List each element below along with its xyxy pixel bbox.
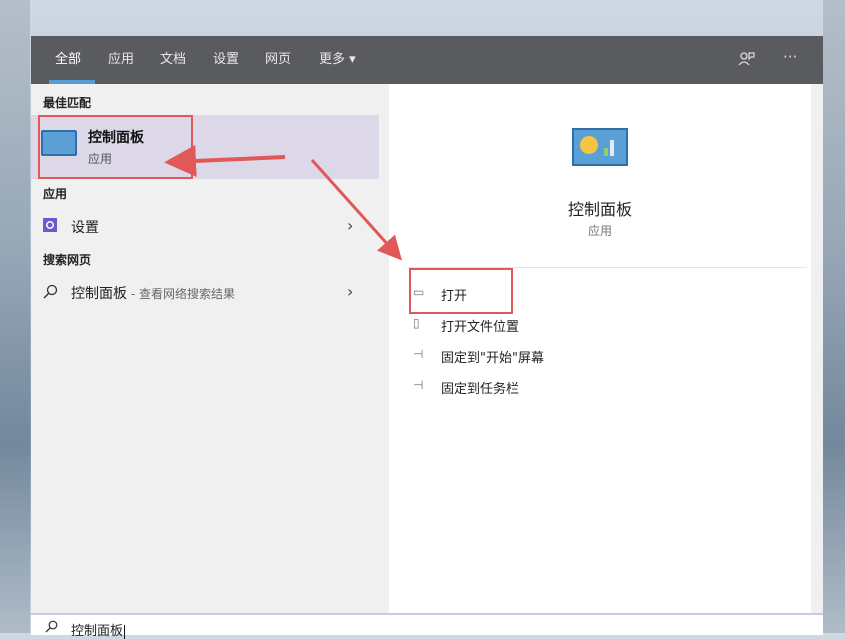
action-pin-taskbar-label: 固定到任务栏 (441, 382, 520, 397)
search-box[interactable]: 控制面板 (31, 613, 823, 639)
annotation-box (38, 115, 193, 179)
detail-title: 控制面板 (567, 200, 632, 219)
pin-icon: ⊣ (413, 347, 424, 361)
apps-header: 应用 (43, 187, 68, 201)
tab-more-label: 更多 (319, 52, 346, 67)
control-panel-large-icon (572, 128, 628, 166)
feedback-icon[interactable] (737, 50, 755, 72)
pin-icon: ⊣ (413, 378, 424, 392)
tab-web[interactable]: 网页 (265, 36, 291, 84)
chevron-down-icon: ▾ (349, 52, 356, 67)
chevron-right-icon[interactable]: › (347, 216, 353, 235)
tab-documents[interactable]: 文档 (160, 36, 186, 84)
app-item-label: 设置 (71, 220, 99, 236)
annotation-box (409, 268, 513, 314)
tab-more[interactable]: 更多 ▾ (319, 36, 356, 84)
chevron-right-icon[interactable]: › (347, 282, 353, 301)
web-item-label: 控制面板 - 查看网络搜索结果 (71, 286, 235, 302)
search-input[interactable]: 控制面板 (71, 620, 126, 639)
detail-subtitle: 应用 (587, 224, 612, 238)
gear-icon (43, 218, 57, 236)
web-item-hint: - 查看网络搜索结果 (127, 287, 235, 301)
filter-bar: 全部 应用 文档 设置 网页 更多 ▾ ··· (31, 36, 823, 84)
action-file-location-label: 打开文件位置 (441, 320, 520, 335)
action-pin-start-label: 固定到"开始"屏幕 (441, 351, 544, 366)
tab-apps[interactable]: 应用 (108, 36, 134, 84)
action-pin-start[interactable]: ⊣ 固定到"开始"屏幕 (413, 344, 713, 368)
web-item-control-panel[interactable]: 控制面板 - 查看网络搜索结果 › (31, 278, 379, 306)
app-item-settings[interactable]: 设置 › (31, 212, 379, 240)
best-match-header: 最佳匹配 (43, 96, 92, 110)
tab-all[interactable]: 全部 (55, 36, 81, 84)
file-location-icon: ▯ (413, 316, 420, 330)
tab-settings[interactable]: 设置 (213, 36, 239, 84)
search-icon (43, 284, 58, 303)
action-open-file-location[interactable]: ▯ 打开文件位置 (413, 313, 713, 337)
search-icon (45, 620, 58, 637)
detail-pane: 控制面板 应用 ▭ 打开 ▯ 打开文件位置 ⊣ 固定到"开始"屏幕 ⊣ 固定到任… (389, 84, 811, 613)
more-options-icon[interactable]: ··· (783, 48, 797, 66)
start-search-panel: 全部 应用 文档 设置 网页 更多 ▾ ··· 最佳匹配 控制面板 应用 应用 … (31, 36, 823, 639)
web-header: 搜索网页 (43, 253, 92, 267)
action-pin-taskbar[interactable]: ⊣ 固定到任务栏 (413, 375, 713, 399)
results-list: 最佳匹配 控制面板 应用 应用 设置 › 搜索网页 控制面板 - 查看网络搜索结… (31, 84, 389, 613)
